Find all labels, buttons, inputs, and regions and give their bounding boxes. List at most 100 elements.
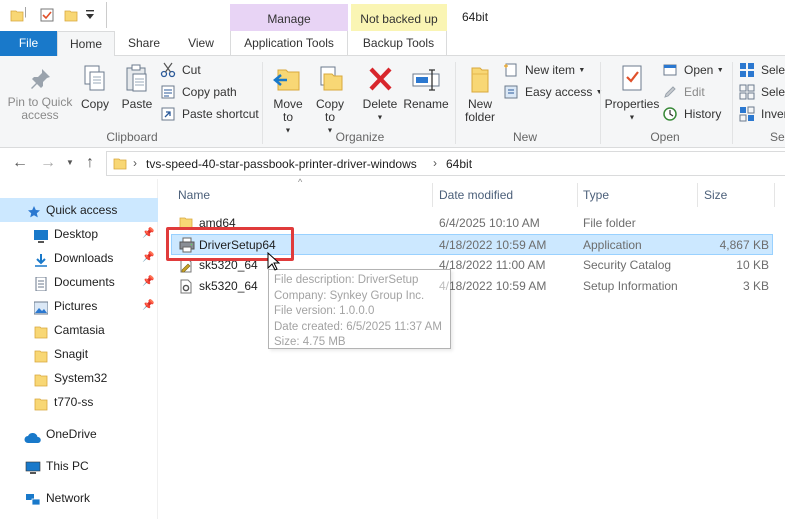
breadcrumb-parent[interactable]: tvs-speed-40-star-passbook-printer-drive… <box>146 157 417 171</box>
sidebar-item-camtasia[interactable]: Camtasia <box>0 318 158 342</box>
select-all-button[interactable]: Selec <box>739 60 785 80</box>
tab-file[interactable]: File <box>0 31 57 56</box>
sidebar-item-label: Desktop <box>54 227 99 241</box>
open-icon <box>663 64 677 76</box>
file-type: File folder <box>583 216 636 230</box>
column-separator[interactable] <box>697 183 698 207</box>
properties-icon[interactable] <box>40 8 54 25</box>
copy-path-icon <box>161 85 175 99</box>
tab-backup-tools[interactable]: Backup Tools <box>351 31 447 56</box>
sidebar-item-this-pc[interactable]: This PC <box>0 454 158 478</box>
up-arrow-icon[interactable]: ↑ <box>86 154 94 172</box>
column-separator[interactable] <box>774 183 775 207</box>
sidebar-item-system32[interactable]: System32 <box>0 366 158 390</box>
new-group-label: New <box>512 130 537 144</box>
move-to-button[interactable]: Move to ▼ <box>268 64 308 137</box>
sidebar-item-documents[interactable]: Documents 📌 <box>0 270 158 294</box>
properties-icon <box>622 65 642 91</box>
open-button[interactable]: Open ▼ <box>662 60 724 80</box>
easy-access-button[interactable]: Easy access ▼ <box>503 82 603 102</box>
file-type: Security Catalog <box>583 258 672 272</box>
file-date: 4/18/2022 10:59 AM <box>439 238 547 252</box>
settings-file-icon <box>179 279 193 301</box>
select-all-icon <box>740 63 754 77</box>
history-button[interactable]: History <box>662 104 721 124</box>
pin-to-quick-access-button[interactable]: Pin to Quick access <box>4 66 76 122</box>
pin-label: Pin to Quick access <box>7 95 73 122</box>
new-folder-icon[interactable] <box>64 8 78 25</box>
copy-button[interactable]: Copy <box>78 64 112 111</box>
forward-arrow-icon[interactable]: → <box>40 154 56 172</box>
copy-to-icon <box>320 66 343 91</box>
copy-to-label: Copy to <box>315 97 344 124</box>
sidebar-item-snagit[interactable]: Snagit <box>0 342 158 366</box>
column-header-size[interactable]: Size <box>704 188 727 202</box>
table-row[interactable]: sk5320_64 4/18/2022 10:59 AM Setup Infor… <box>171 276 773 297</box>
properties-button[interactable]: Properties ▼ <box>604 64 660 124</box>
back-arrow-icon[interactable]: ← <box>12 154 28 172</box>
new-folder-icon <box>471 67 489 93</box>
column-separator[interactable] <box>577 183 578 207</box>
move-to-label: Move to <box>273 97 303 124</box>
pin-icon: 📌 <box>142 252 155 263</box>
recent-locations-chevron-icon[interactable]: ▼ <box>66 158 74 167</box>
mouse-cursor-icon <box>267 251 281 275</box>
edit-label: Edit <box>684 85 705 99</box>
sidebar-item-network[interactable]: Network <box>0 486 158 510</box>
paste-icon <box>126 64 147 92</box>
ribbon-separator <box>732 62 733 144</box>
dropdown-caret-icon: ▼ <box>376 114 384 122</box>
delete-button[interactable]: Delete ▼ <box>360 64 400 124</box>
invert-selection-button[interactable]: Inver <box>739 104 785 124</box>
copy-to-button[interactable]: Copy to ▼ <box>310 64 350 137</box>
tab-application-tools[interactable]: Application Tools <box>230 31 348 56</box>
delete-icon <box>369 67 392 91</box>
ribbon-separator <box>262 62 263 144</box>
tab-home[interactable]: Home <box>57 31 115 57</box>
customize-toolbar-icon[interactable] <box>86 9 94 23</box>
pin-icon: 📌 <box>142 228 155 239</box>
folder-icon <box>113 156 127 173</box>
not-backed-up-label: Not backed up <box>360 12 438 26</box>
tab-share[interactable]: Share <box>118 31 170 56</box>
sidebar-item-onedrive[interactable]: OneDrive <box>0 422 158 446</box>
dropdown-caret-icon: ▼ <box>716 66 724 74</box>
copy-path-button[interactable]: Copy path <box>160 82 237 102</box>
sidebar-item-desktop[interactable]: Desktop 📌 <box>0 222 158 246</box>
rename-button[interactable]: Rename <box>403 64 449 111</box>
column-header-name[interactable]: Name <box>178 188 210 202</box>
edit-button[interactable]: Edit <box>662 82 705 102</box>
sidebar-item-t770-ss[interactable]: t770-ss <box>0 390 158 414</box>
computer-icon <box>25 459 41 483</box>
ribbon-tabs: File Home Share View Application Tools B… <box>0 31 785 57</box>
tooltip-line: Date created: 6/5/2025 11:37 AM <box>274 320 442 333</box>
sidebar-item-quick-access[interactable]: Quick access <box>0 198 158 222</box>
file-date: 4/18/2022 11:00 AM <box>439 258 546 272</box>
tooltip-line: File description: DriverSetup <box>274 274 419 286</box>
delete-label: Delete <box>362 97 398 111</box>
sidebar-item-pictures[interactable]: Pictures 📌 <box>0 294 158 318</box>
paste-shortcut-button[interactable]: Paste shortcut <box>160 104 259 124</box>
address-bar[interactable]: › tvs-speed-40-star-passbook-printer-dri… <box>106 151 785 176</box>
separator <box>106 2 107 28</box>
column-header-date-modified[interactable]: Date modified <box>439 188 513 202</box>
new-item-button[interactable]: New item ▼ <box>503 60 585 80</box>
column-separator[interactable] <box>432 183 433 207</box>
file-size: 10 KB <box>736 258 769 272</box>
sidebar-item-label: Downloads <box>54 251 114 265</box>
sidebar-item-label: t770-ss <box>54 395 94 409</box>
sidebar-item-label: This PC <box>46 459 89 473</box>
cut-button[interactable]: Cut <box>160 60 201 80</box>
tab-view[interactable]: View <box>172 31 230 56</box>
new-folder-button[interactable]: New folder <box>460 64 500 124</box>
paste-button[interactable]: Paste <box>118 64 156 111</box>
column-header-type[interactable]: Type <box>583 188 609 202</box>
pin-icon: 📌 <box>142 300 155 311</box>
select-none-button[interactable]: Selec <box>739 82 785 102</box>
separator: | <box>24 6 27 18</box>
rename-icon <box>412 69 440 91</box>
cut-label: Cut <box>182 63 201 77</box>
sidebar-item-downloads[interactable]: Downloads 📌 <box>0 246 158 270</box>
open-group-label: Open <box>650 130 680 144</box>
breadcrumb-current[interactable]: 64bit <box>446 157 472 171</box>
